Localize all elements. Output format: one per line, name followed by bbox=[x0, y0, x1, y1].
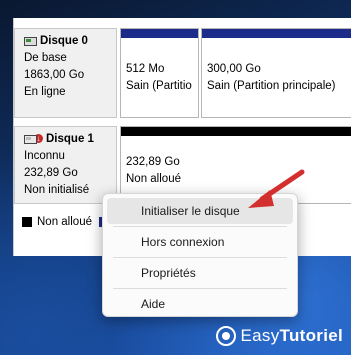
partition-size: 512 Mo bbox=[126, 63, 165, 75]
easytutoriel-watermark: EasyTutoriel bbox=[215, 326, 343, 346]
disk-0-partition-1[interactable]: 512 Mo Sain (Partitio bbox=[120, 28, 199, 118]
partition-status: Sain (Partitio bbox=[126, 80, 192, 92]
disk-row-0: Disque 0 De base 1863,00 Go En ligne 512… bbox=[14, 28, 351, 118]
disk-1-info[interactable]: ↓ Disque 1 Inconnu 232,89 Go Non initial… bbox=[14, 126, 117, 204]
partition-text: 512 Mo Sain (Partitio bbox=[121, 38, 198, 95]
legend-unallocated-label: Non alloué bbox=[37, 216, 92, 228]
disk-icon bbox=[24, 135, 37, 144]
partition-bar bbox=[202, 29, 351, 38]
disk-0-partition-2[interactable]: 300,00 Go Sain (Partition principale) bbox=[201, 28, 351, 118]
disk-1-name: Disque 1 bbox=[46, 133, 94, 145]
menu-item-help[interactable]: Aide bbox=[107, 291, 293, 317]
menu-separator bbox=[113, 288, 287, 289]
partition-bar bbox=[121, 29, 198, 38]
easytutoriel-logo-icon bbox=[215, 326, 236, 346]
disk-0-status: En ligne bbox=[24, 86, 66, 98]
partition-bar bbox=[121, 127, 351, 136]
legend-unallocated-swatch bbox=[22, 217, 32, 227]
partition-text: 232,89 Go Non alloué bbox=[121, 136, 351, 188]
brand-part2: Tutoriel bbox=[279, 326, 343, 345]
menu-item-offline[interactable]: Hors connexion bbox=[107, 229, 293, 255]
disk-1-size: 232,89 Go bbox=[24, 167, 78, 179]
disk-0-name: Disque 0 bbox=[40, 35, 88, 47]
partition-size: 300,00 Go bbox=[207, 63, 261, 75]
menu-item-properties[interactable]: Propriétés bbox=[107, 260, 293, 286]
disk-0-size: 1863,00 Go bbox=[24, 69, 85, 81]
disk-1-name-line: ↓ Disque 1 bbox=[24, 131, 116, 148]
disk-0-name-line: Disque 0 bbox=[24, 33, 116, 50]
menu-separator bbox=[113, 257, 287, 258]
disk-0-type: De base bbox=[24, 52, 67, 64]
menu-separator bbox=[113, 226, 287, 227]
disk-0-info[interactable]: Disque 0 De base 1863,00 Go En ligne bbox=[14, 28, 117, 118]
disk-1-type: Inconnu bbox=[24, 150, 65, 162]
brand-part1: Easy bbox=[240, 326, 280, 345]
partition-status: Non alloué bbox=[126, 173, 181, 185]
brand-text: EasyTutoriel bbox=[241, 326, 343, 346]
partition-text: 300,00 Go Sain (Partition principale) bbox=[202, 38, 351, 95]
partition-status: Sain (Partition principale) bbox=[207, 80, 336, 92]
disk-icon bbox=[24, 37, 37, 46]
red-arrow-annotation bbox=[248, 169, 305, 208]
partition-size: 232,89 Go bbox=[126, 156, 180, 168]
